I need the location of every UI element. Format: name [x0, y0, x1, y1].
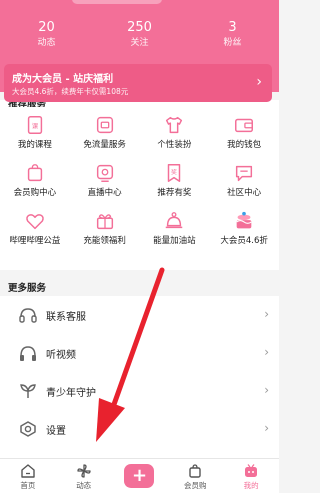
- service-label: 我的课程: [17, 140, 52, 150]
- section-title-more: 更多服务: [8, 283, 47, 294]
- list-item-listen-video[interactable]: 听视频 ›: [0, 334, 279, 372]
- service-label: 哔哩哔哩公益: [9, 236, 61, 246]
- live-icon: [96, 164, 113, 182]
- stat-label: 粉丝: [223, 38, 242, 48]
- headphones-icon: [20, 346, 36, 361]
- service-dress-up[interactable]: 个性装扮: [140, 114, 210, 152]
- service-free-data[interactable]: 免流量服务: [70, 114, 140, 152]
- tab-home[interactable]: 首页: [0, 459, 56, 493]
- stat-label: 关注: [130, 38, 149, 48]
- vip-banner[interactable]: 成为大会员 - 站庆福利 大会员4.6折，续费年卡仅需108元 ›: [4, 64, 272, 102]
- service-charge-benefits[interactable]: 充能领福利: [70, 210, 140, 248]
- service-label: 能量加油站: [153, 236, 196, 246]
- stat-fans[interactable]: 3 粉丝: [186, 20, 279, 50]
- stat-dynamics[interactable]: 20 动态: [0, 20, 93, 50]
- service-referral-reward[interactable]: 奖 推荐有奖: [140, 162, 210, 200]
- headset-icon: [19, 308, 37, 323]
- svg-text:课: 课: [32, 121, 39, 130]
- service-wallet[interactable]: 我的钱包: [209, 114, 279, 152]
- profile-page: 20 动态 250 关注 3 粉丝 推荐服务 课 我的课程 免流量服务 个性装扮…: [0, 0, 279, 493]
- username-placeholder: [72, 0, 162, 4]
- vip-banner-title: 成为大会员 - 站庆福利: [12, 74, 114, 85]
- reward-icon: 奖: [168, 164, 181, 182]
- community-icon: [236, 165, 253, 182]
- pinwheel-icon: [77, 464, 91, 478]
- stat-label: 动态: [37, 38, 56, 48]
- service-label: 个性装扮: [157, 140, 192, 150]
- tab-mine[interactable]: 我的: [223, 459, 279, 493]
- list-item-label: 青少年守护: [46, 388, 96, 399]
- energy-icon: [166, 212, 183, 229]
- tshirt-icon: [166, 116, 183, 134]
- tab-label: 会员购: [184, 481, 207, 490]
- gift-icon: [96, 214, 113, 230]
- chevron-right-icon: ›: [264, 383, 269, 397]
- list-item-customer-service[interactable]: 联系客服 ›: [0, 296, 279, 334]
- list-item-label: 联系客服: [46, 312, 86, 323]
- chevron-right-icon: ›: [256, 74, 262, 90]
- chevron-right-icon: ›: [264, 345, 269, 359]
- list-item-teen-mode[interactable]: 青少年守护 ›: [0, 372, 279, 410]
- tv-icon: [245, 464, 258, 477]
- services-grid: 课 我的课程 免流量服务 个性装扮 我的钱包 会员购中心 直播中心 奖 推荐有奖…: [0, 114, 279, 248]
- service-vip-discount[interactable]: 大会员4.6折: [209, 210, 279, 248]
- sprout-icon: [20, 384, 36, 398]
- stats-bar: 20 动态 250 关注 3 粉丝: [0, 20, 279, 50]
- stat-count: 3: [228, 20, 237, 35]
- tab-label: 我的: [243, 481, 259, 490]
- service-shopping-center[interactable]: 会员购中心: [0, 162, 70, 200]
- service-community-center[interactable]: 社区中心: [209, 162, 279, 200]
- free-data-icon: [96, 116, 113, 134]
- wallet-icon: [235, 118, 254, 133]
- service-my-course[interactable]: 课 我的课程: [0, 114, 70, 152]
- charity-icon: [26, 214, 44, 230]
- service-label: 大会员4.6折: [220, 236, 268, 246]
- tab-dynamics[interactable]: 动态: [56, 459, 112, 493]
- chevron-right-icon: ›: [264, 421, 269, 435]
- service-label: 推荐有奖: [157, 188, 192, 198]
- service-label: 免流量服务: [83, 140, 126, 150]
- stat-count: 20: [38, 20, 55, 35]
- tab-publish[interactable]: +: [112, 459, 168, 493]
- stat-following[interactable]: 250 关注: [93, 20, 186, 50]
- shopping-icon: [27, 164, 43, 182]
- course-icon: 课: [27, 116, 43, 134]
- plus-icon: +: [124, 464, 155, 488]
- recommended-services-card: 推荐服务 课 我的课程 免流量服务 个性装扮 我的钱包 会员购中心 直播中心 奖…: [0, 100, 279, 270]
- list-item-label: 设置: [46, 426, 66, 437]
- service-label: 充能领福利: [83, 236, 126, 246]
- tab-label: 动态: [76, 481, 92, 490]
- list-item-settings[interactable]: 设置 ›: [0, 410, 279, 448]
- more-services-list: 联系客服 › 听视频 › 青少年守护 › 设置 ›: [0, 296, 279, 466]
- list-item-label: 听视频: [46, 350, 76, 361]
- settings-icon: [20, 421, 36, 437]
- tab-label: 首页: [20, 481, 36, 490]
- home-icon: [21, 464, 35, 478]
- svg-text:奖: 奖: [171, 168, 177, 176]
- service-label: 直播中心: [87, 188, 122, 198]
- bottom-tab-bar: 首页 动态 + 会员购 我的: [0, 458, 279, 493]
- chevron-right-icon: ›: [264, 307, 269, 321]
- service-label: 我的钱包: [227, 140, 262, 150]
- service-charity[interactable]: 哔哩哔哩公益: [0, 210, 70, 248]
- stat-count: 250: [127, 20, 152, 35]
- tab-shop[interactable]: 会员购: [167, 459, 223, 493]
- service-live-center[interactable]: 直播中心: [70, 162, 140, 200]
- vip-cake-icon: [236, 211, 252, 229]
- service-energy-station[interactable]: 能量加油站: [140, 210, 210, 248]
- service-label: 社区中心: [227, 188, 262, 198]
- bag-icon: [189, 464, 201, 478]
- vip-banner-subtitle: 大会员4.6折，续费年卡仅需108元: [12, 87, 129, 96]
- service-label: 会员购中心: [13, 188, 57, 198]
